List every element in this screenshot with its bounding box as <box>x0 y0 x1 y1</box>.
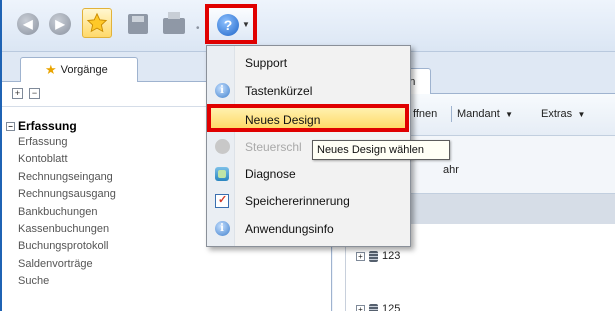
menu-item-diagnose[interactable]: Diagnose <box>208 161 409 186</box>
tree-item-kontoblatt[interactable]: Kontoblatt <box>6 151 116 168</box>
menu-item-label: Steuerschl <box>245 139 302 154</box>
open-button[interactable]: ffnen <box>413 108 437 120</box>
menu-item-label: Diagnose <box>245 166 296 181</box>
info-icon: i <box>214 221 230 236</box>
expand-icon[interactable]: + <box>356 251 365 261</box>
extras-menu-button[interactable]: Extras ▼ <box>541 108 585 120</box>
tree-item-saldenvortraege[interactable]: Saldenvorträge <box>6 256 116 273</box>
extras-label: Extras <box>541 108 573 120</box>
tree-item-kassenbuchungen[interactable]: Kassenbuchungen <box>6 221 116 238</box>
star-icon: ★ <box>45 62 57 77</box>
database-icon <box>369 250 378 262</box>
disabled-icon <box>214 139 230 154</box>
menu-item-label: Support <box>245 55 288 70</box>
menu-item-label: Speichererinnerung <box>245 193 350 208</box>
navigation-tree: − Erfassung Erfassung Kontoblatt Rechnun… <box>6 118 116 291</box>
toolbar-separator <box>451 106 452 122</box>
chevron-down-icon: ▼ <box>502 110 514 119</box>
collapse-icon[interactable]: − <box>6 121 15 131</box>
forward-arrow-icon[interactable]: ▶ <box>48 12 72 36</box>
tab-label: Vorgänge <box>60 64 108 76</box>
memory-icon <box>215 193 229 208</box>
tree-group[interactable]: − Erfassung <box>6 118 116 134</box>
tab-vorgaenge[interactable]: ★ Vorgänge <box>20 57 138 82</box>
help-button[interactable]: ? ▼ <box>205 4 257 44</box>
client-menu-button[interactable]: Mandant ▼ <box>457 108 513 120</box>
database-icon <box>369 303 378 311</box>
tree-expand-controls: + − <box>12 88 40 99</box>
menu-item-support[interactable]: Support <box>208 50 409 75</box>
tooltip: Neues Design wählen <box>312 140 450 160</box>
expand-icon[interactable]: + <box>356 304 365 311</box>
menu-item-tastenkuerzel[interactable]: i Tastenkürzel <box>208 78 409 103</box>
back-arrow-icon[interactable]: ◀ <box>16 12 40 36</box>
expand-all-icon[interactable]: + <box>12 88 23 99</box>
tree-item-buchungsprotokoll[interactable]: Buchungsprotokoll <box>6 238 116 255</box>
info-icon: i <box>214 83 230 98</box>
chevron-down-icon: ▼ <box>575 110 586 119</box>
menu-item-anwendungsinfo[interactable]: i Anwendungsinfo <box>208 216 409 241</box>
chevron-down-icon: ▼ <box>242 20 250 29</box>
selection-highlight-box <box>207 104 409 132</box>
menu-item-label: Tastenkürzel <box>245 83 313 98</box>
grid-row-label: 123 <box>382 250 401 262</box>
grid-row[interactable]: + 123 <box>356 250 400 262</box>
toolbar-separator: • <box>196 23 200 34</box>
column-header-label[interactable]: ahr <box>443 164 459 176</box>
save-icon[interactable] <box>126 12 150 36</box>
star-icon[interactable] <box>82 8 112 38</box>
grid-row-label: 125 <box>382 303 401 311</box>
print-icon[interactable] <box>162 12 186 36</box>
diagnose-icon <box>215 166 229 181</box>
client-label: Mandant <box>457 108 500 120</box>
collapse-all-icon[interactable]: − <box>29 88 40 99</box>
tree-item-erfassung[interactable]: Erfassung <box>6 134 116 151</box>
tree-group-label: Erfassung <box>18 119 77 133</box>
tree-item-suche[interactable]: Suche <box>6 273 116 290</box>
tree-item-rechnungsausgang[interactable]: Rechnungsausgang <box>6 186 116 203</box>
menu-item-speichererinnerung[interactable]: Speichererinnerung <box>208 188 409 213</box>
tree-item-bankbuchungen[interactable]: Bankbuchungen <box>6 204 116 221</box>
tree-item-rechnungseingang[interactable]: Rechnungseingang <box>6 169 116 186</box>
menu-item-label: Anwendungsinfo <box>245 221 334 236</box>
grid-row[interactable]: + 125 <box>356 303 400 311</box>
help-question-icon: ? <box>217 14 239 36</box>
